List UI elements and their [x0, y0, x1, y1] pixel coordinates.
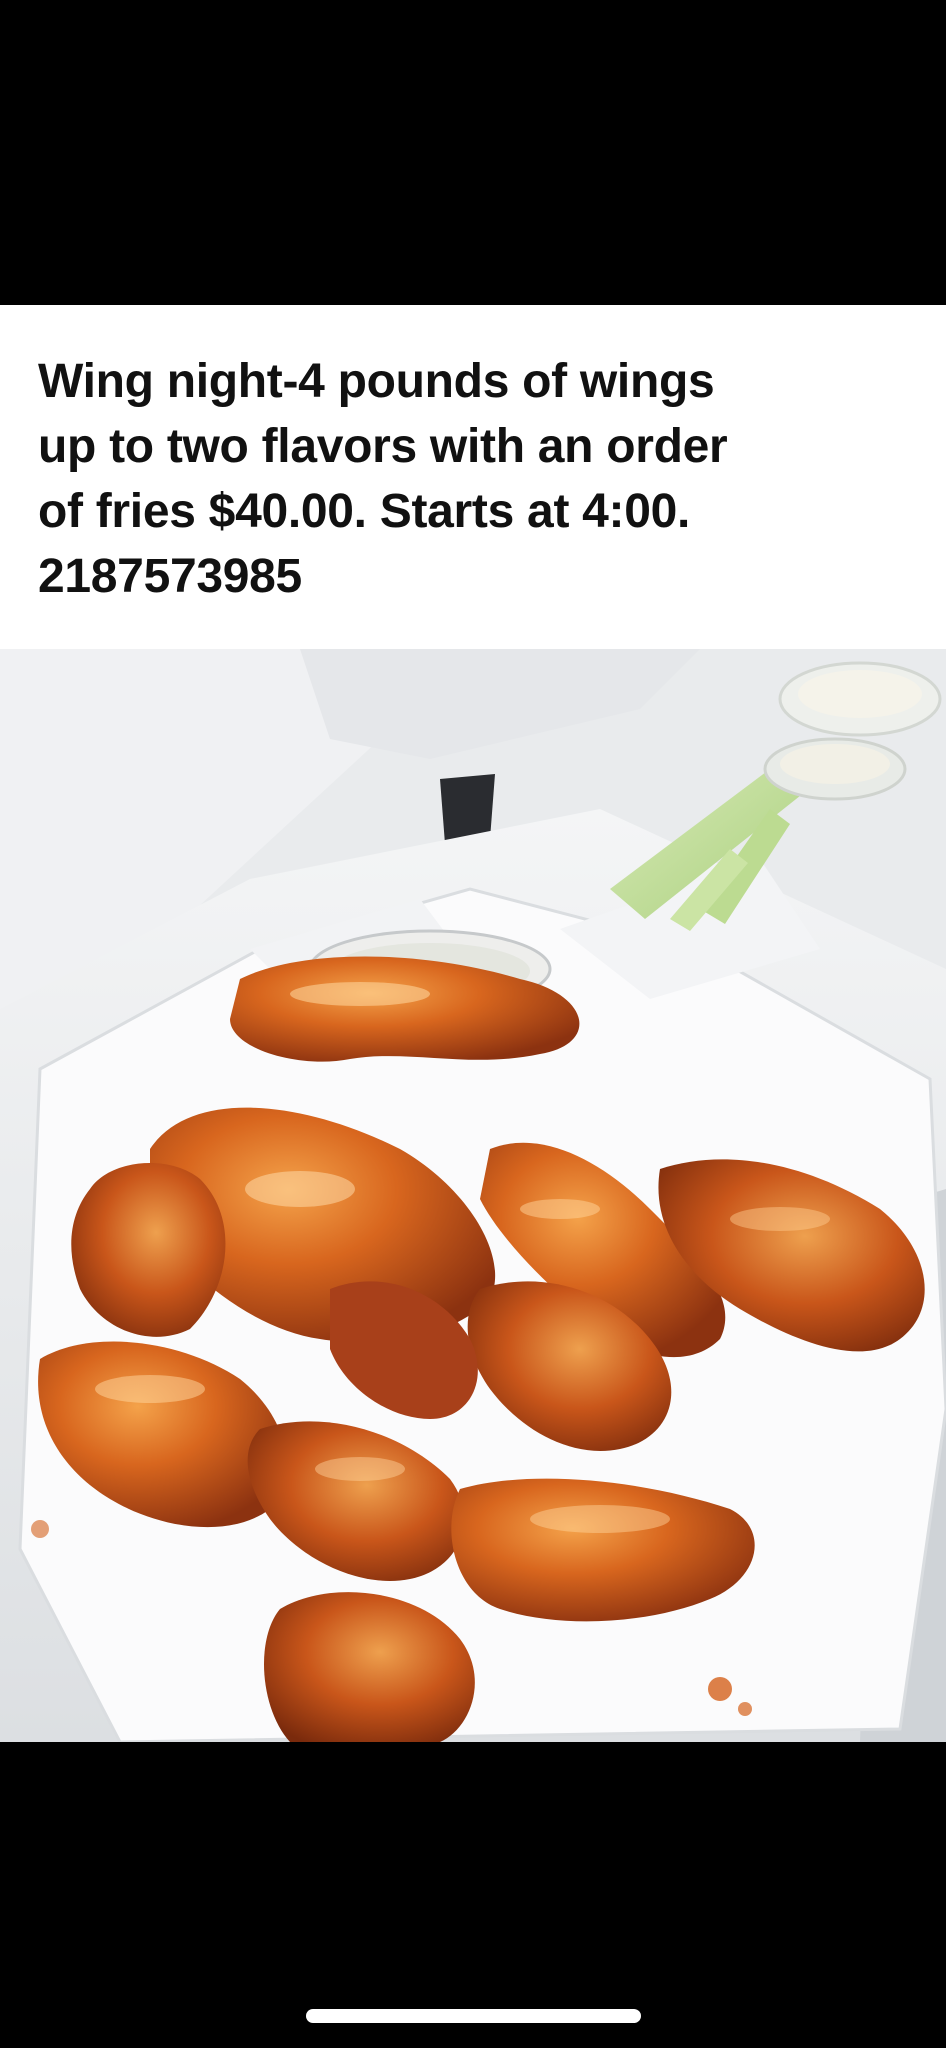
caption-line-4: 2187573985 [38, 550, 302, 603]
wings-photo [0, 649, 946, 1742]
caption-text: Wing night-4 pounds of wings up to two f… [38, 349, 910, 609]
caption-line-2: up to two flavors with an order [38, 420, 728, 473]
caption-panel: Wing night-4 pounds of wings up to two f… [0, 305, 946, 649]
caption-line-1: Wing night-4 pounds of wings [38, 355, 715, 408]
caption-line-3: of fries $40.00. Starts at 4:00. [38, 485, 691, 538]
home-indicator-bar[interactable] [306, 2009, 641, 2023]
story-viewer: Wing night-4 pounds of wings up to two f… [0, 0, 946, 2048]
